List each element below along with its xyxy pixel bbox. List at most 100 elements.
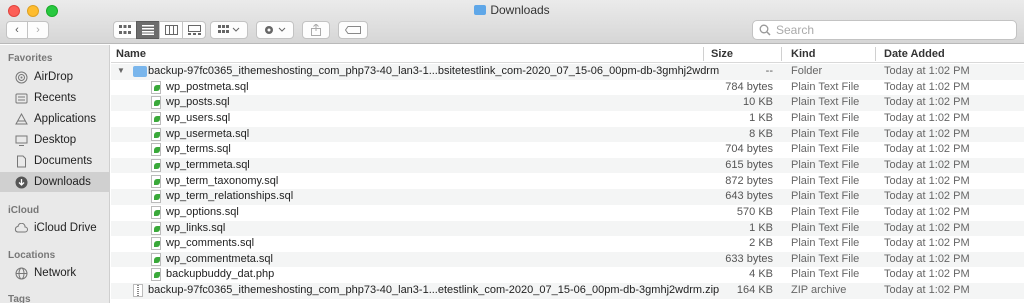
file-name: wp_posts.sql — [166, 96, 230, 109]
forward-button[interactable]: › — [27, 21, 49, 39]
file-size: 570 KB — [736, 205, 773, 218]
column-header-name[interactable]: Name — [116, 48, 146, 60]
file-row[interactable]: wp_term_relationships.sql 643 bytes Plain … — [111, 189, 1024, 205]
sidebar-item-label: Downloads — [34, 176, 91, 188]
file-name: wp_commentmeta.sql — [166, 252, 273, 265]
window-title: Downloads — [0, 3, 1024, 17]
text-file-icon — [151, 221, 161, 235]
tags-heading: Tags — [8, 294, 31, 303]
cloud-icon — [14, 221, 28, 235]
sidebar: Favorites AirDrop Recents Applications D… — [0, 45, 110, 303]
file-kind: Plain Text File — [791, 96, 860, 109]
tags-button[interactable] — [338, 21, 368, 39]
sidebar-item-icloud-drive[interactable]: iCloud Drive — [14, 218, 110, 238]
file-row[interactable]: wp_users.sql 1 KB Plain Text File Today at … — [111, 111, 1024, 127]
file-row[interactable]: wp_term_taxonomy.sql 872 bytes Plain Text … — [111, 174, 1024, 190]
file-row[interactable]: backup-97fc0365_ithemeshosting_com_php73… — [111, 283, 1024, 299]
zip-file-icon — [133, 284, 143, 298]
file-size: 2 KB — [749, 237, 773, 250]
group-by-button[interactable] — [210, 21, 248, 39]
file-size: 8 KB — [749, 127, 773, 140]
back-button[interactable]: ‹ — [6, 21, 28, 39]
disclosure-triangle-icon[interactable]: ▼ — [117, 66, 125, 75]
file-kind: Plain Text File — [791, 268, 860, 281]
file-kind: Plain Text File — [791, 143, 860, 156]
file-date-added: Today at 1:02 PM — [884, 143, 970, 156]
sidebar-item-desktop[interactable]: Desktop — [14, 130, 110, 150]
sidebar-item-documents[interactable]: Documents — [14, 151, 110, 171]
file-size: 643 bytes — [725, 190, 773, 203]
file-row[interactable]: wp_links.sql 1 KB Plain Text File Today at … — [111, 220, 1024, 237]
file-row[interactable]: backupbuddy_dat.php 4 KB Plain Text File To… — [111, 267, 1024, 283]
file-name: wp_links.sql — [166, 221, 226, 234]
gallery-view-button[interactable] — [182, 21, 206, 39]
share-icon — [311, 24, 321, 36]
column-header-date-added[interactable]: Date Added — [884, 48, 945, 60]
column-header-kind[interactable]: Kind — [791, 48, 815, 60]
file-row[interactable]: wp_commentmeta.sql 633 bytes Plain Text Fi… — [111, 251, 1024, 268]
file-row[interactable]: wp_terms.sql 704 bytes Plain Text File Toda… — [111, 142, 1024, 158]
file-row[interactable]: wp_posts.sql 10 KB Plain Text File Today at… — [111, 95, 1024, 111]
file-size: 704 bytes — [725, 143, 773, 156]
sidebar-item-applications[interactable]: Applications — [14, 109, 110, 129]
text-file-icon — [151, 111, 161, 125]
sidebar-item-downloads[interactable]: Downloads — [0, 172, 110, 192]
column-divider[interactable] — [781, 47, 782, 61]
file-kind: Plain Text File — [791, 205, 860, 218]
file-row[interactable]: wp_postmeta.sql 784 bytes Plain Text File T… — [111, 80, 1024, 96]
file-size: 1 KB — [749, 221, 773, 234]
file-date-added: Today at 1:02 PM — [884, 96, 970, 109]
network-icon — [14, 266, 28, 280]
action-menu-button[interactable] — [256, 21, 294, 39]
text-file-icon — [151, 158, 161, 172]
file-name: wp_usermeta.sql — [166, 127, 250, 140]
file-row[interactable]: wp_usermeta.sql 8 KB Plain Text File Today … — [111, 126, 1024, 143]
file-kind: Folder — [791, 65, 823, 77]
sidebar-item-label: Network — [34, 267, 77, 279]
sidebar-item-network[interactable]: Network — [14, 263, 110, 283]
text-file-icon — [151, 127, 161, 141]
search-icon — [759, 24, 771, 36]
chevron-left-icon: ‹ — [15, 24, 19, 36]
file-size: 4 KB — [749, 268, 773, 281]
file-date-added: Today at 1:02 PM — [884, 190, 970, 203]
folder-row[interactable]: ▼ backup-97fc0365_ithemeshosting_com_php7… — [111, 64, 1024, 80]
file-row[interactable]: wp_termmeta.sql 615 bytes Plain Text File T… — [111, 157, 1024, 174]
search-field[interactable]: Search — [752, 20, 1017, 40]
file-name: wp_term_relationships.sql — [166, 190, 294, 203]
file-kind: Plain Text File — [791, 80, 860, 93]
column-divider[interactable] — [875, 47, 876, 61]
text-file-icon — [151, 174, 161, 188]
locations-heading: Locations — [8, 250, 56, 261]
column-header-size[interactable]: Size — [711, 48, 733, 60]
icon-view-button[interactable] — [113, 21, 137, 39]
file-size: 164 KB — [736, 284, 773, 297]
sidebar-item-recents[interactable]: Recents — [14, 88, 110, 108]
file-date-added: Today at 1:02 PM — [884, 284, 970, 297]
list-view-button[interactable] — [136, 21, 160, 39]
file-row[interactable]: wp_options.sql 570 KB Plain Text File Today… — [111, 205, 1024, 221]
file-size: 633 bytes — [725, 252, 773, 265]
file-row[interactable]: wp_comments.sql 2 KB Plain Text File Today … — [111, 236, 1024, 252]
text-file-icon — [151, 143, 161, 157]
column-view-button[interactable] — [159, 21, 183, 39]
file-name: wp_comments.sql — [166, 237, 255, 250]
column-divider[interactable] — [703, 47, 704, 61]
airdrop-icon — [14, 70, 28, 84]
sidebar-item-label: iCloud Drive — [34, 222, 97, 234]
chevron-right-icon: › — [36, 24, 40, 36]
file-name: wp_termmeta.sql — [166, 158, 250, 171]
documents-icon — [14, 154, 28, 168]
text-file-icon — [151, 237, 161, 251]
file-date-added: Today at 1:02 PM — [884, 252, 970, 265]
file-date-added: Today at 1:02 PM — [884, 158, 970, 171]
share-button[interactable] — [302, 21, 330, 39]
file-size: -- — [765, 65, 773, 77]
file-kind: Plain Text File — [791, 221, 860, 234]
group-icon — [218, 25, 240, 33]
file-kind: Plain Text File — [791, 252, 860, 265]
sidebar-item-airdrop[interactable]: AirDrop — [14, 67, 110, 87]
sidebar-item-label: Applications — [34, 113, 97, 125]
file-date-added: Today at 1:02 PM — [884, 221, 970, 234]
folder-icon — [133, 66, 147, 77]
